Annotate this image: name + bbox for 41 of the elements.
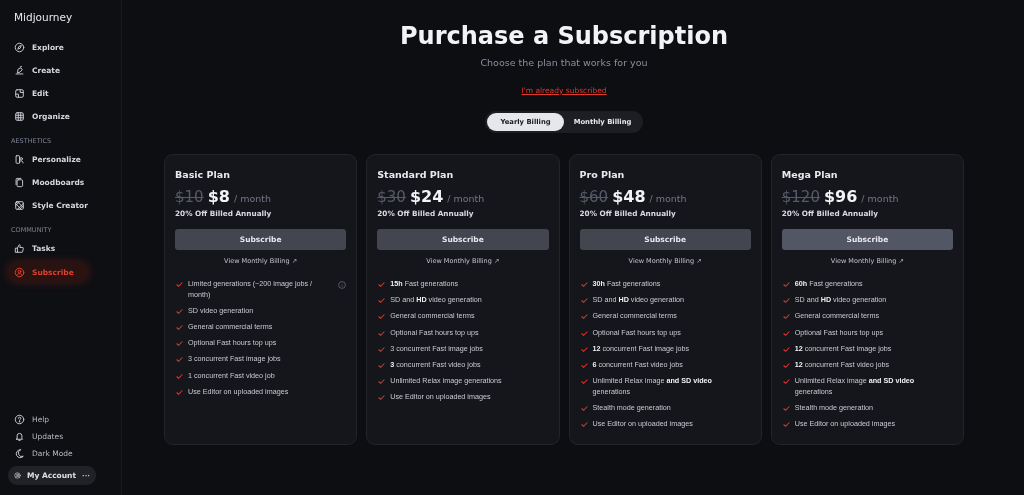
price-period: / month [233,193,271,204]
copy-icon [14,177,25,188]
plan-name: Mega Plan [781,169,839,180]
person-card-icon [14,154,25,165]
pattern-icon [14,200,25,211]
price-period: / month [447,193,485,204]
price: $96 [823,187,858,206]
check-icon [782,404,790,412]
price: $24 [409,187,444,206]
old-price: $120 [781,188,820,206]
grid-icon [14,111,25,122]
help-icon [14,414,25,425]
old-price: $10 [175,188,204,206]
price-period: / month [649,193,687,204]
plan-name: Basic Plan [175,169,231,180]
check-icon [580,404,588,412]
plan-name: Pro Plan [579,169,626,180]
price: $48 [612,187,646,206]
compass-icon [14,42,25,53]
check-icon [580,378,588,386]
app-logo[interactable]: Midjourney [8,10,79,23]
info-icon[interactable] [338,280,347,289]
check-icon [782,421,790,429]
old-price: $30 [377,188,406,206]
edit-icon [14,88,25,99]
page-subtitle: Choose the plan that works for you [480,57,648,68]
brush-icon [14,65,25,76]
thumbs-up-icon [14,243,25,254]
check-icon [176,281,183,288]
check-icon [580,421,588,429]
page-title: Purchase a Subscription [399,21,729,52]
old-price: $60 [579,188,609,206]
price: $8 [207,187,230,206]
check-icon [782,281,790,288]
price-period: / month [861,193,899,204]
moon-icon [14,448,25,459]
plan-name: Standard Plan [377,169,455,180]
check-icon [580,281,588,288]
bell-icon [14,431,25,442]
check-icon [378,281,386,288]
check-icon [782,378,790,386]
